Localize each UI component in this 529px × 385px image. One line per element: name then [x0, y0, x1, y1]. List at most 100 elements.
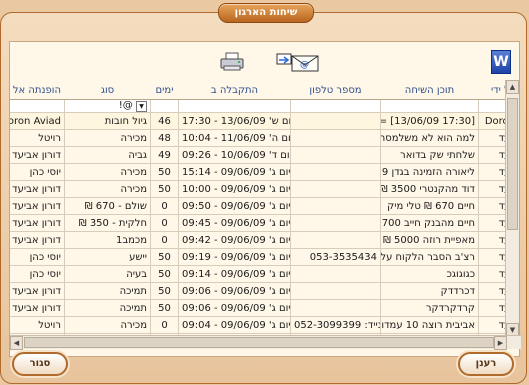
cell-type: שולם - 670 ₪ [64, 197, 151, 215]
cell-type: תמיכה [64, 282, 151, 300]
filter-cell[interactable] [178, 99, 291, 113]
cell-assigned: דורון אביעד [10, 180, 65, 198]
cell-assigned: יוסי כהן [10, 265, 65, 283]
table-row[interactable]: אביעדחיים מהבנק חייב 700 יום ג' 09/06/09 … [10, 214, 507, 232]
column-header-content[interactable]: תוכן השיחה [380, 80, 479, 100]
cell-received: יום ג' 09/06/09 - 09:04 [178, 316, 291, 334]
cell-phone [290, 282, 381, 300]
cell-assigned: יוסי כהן [10, 163, 65, 181]
word-export-icon[interactable]: W [491, 50, 511, 74]
cell-content: רצ'ב הסבר הלקוח על [380, 248, 479, 266]
cell-content: חיים 670 ₪ טלי מיק [380, 197, 479, 215]
calls-table: על ידי תוכן השיחה מספר טלפון התקבלה ב ימ… [10, 80, 507, 337]
cell-received: יום ה' 11/06/09 - 10:04 [178, 129, 291, 147]
cell-type: גיול חובות [64, 112, 151, 130]
scroll-right-icon[interactable]: ▶ [494, 336, 507, 350]
horizontal-scroll-thumb[interactable] [24, 337, 494, 348]
table-row[interactable]: אביעדרצ'ב הסבר הלקוח על053-3535434יום ג'… [10, 248, 507, 266]
cell-by: אביעד [478, 197, 507, 215]
cell-type: חלקית - 350 ₪ [64, 214, 151, 232]
printer-icon[interactable] [218, 51, 246, 73]
cell-phone [290, 231, 381, 249]
column-header-by[interactable]: על ידי [478, 80, 507, 100]
cell-type: מכירה [64, 316, 151, 334]
cell-assigned: דורון אביעד [10, 146, 65, 164]
cell-content: חיים מהבנק חייב 700 [380, 214, 479, 232]
table-row[interactable]: אביעדדכרדדק יום ג' 09/06/09 - 09:0650תמיכ… [10, 282, 507, 300]
cell-content: ליאורה הזמינה בגדן 9 [380, 163, 479, 181]
cell-phone [290, 180, 381, 198]
scroll-up-icon[interactable]: ▲ [506, 80, 519, 94]
table-row[interactable]: אביעדמאפיית רוזה 5000 ₪ יום ג' 09/06/09 -… [10, 231, 507, 249]
vertical-scrollbar[interactable]: ▲ ▼ [505, 80, 519, 337]
cell-phone [290, 197, 381, 215]
table-row[interactable]: אביעדלמה הוא לא משלמסה יום ה' 11/06/09 - … [10, 129, 507, 147]
cell-by: אביעד [478, 282, 507, 300]
table-header-row: על ידי תוכן השיחה מספר טלפון התקבלה ב ימ… [10, 80, 507, 100]
svg-text:@: @ [300, 60, 309, 70]
cell-content: דכרדדק [380, 282, 479, 300]
cell-days: 46 [150, 112, 179, 130]
table-row[interactable]: אביעדחיים 670 ₪ טלי מיק יום ג' 09/06/09 -… [10, 197, 507, 215]
column-header-type[interactable]: סוג [64, 80, 151, 100]
cell-assigned: Doron Aviad [10, 112, 65, 130]
vertical-scroll-thumb[interactable] [507, 98, 518, 230]
cell-assigned: דורון אביעד [10, 197, 65, 215]
filter-cell[interactable] [380, 99, 479, 113]
cell-by: אביעד [478, 163, 507, 181]
cell-phone [290, 146, 381, 164]
cell-received: יום ג' 09/06/09 - 09:19 [178, 248, 291, 266]
cell-phone [290, 112, 381, 130]
filter-cell[interactable] [478, 99, 507, 113]
cell-content: [17:30 13/06/09] == [380, 112, 479, 130]
cell-received: יום ג' 09/06/09 - 09:45 [178, 214, 291, 232]
cell-content: אביבית רוצה 10 עמדו [380, 316, 479, 334]
send-email-icon[interactable]: @ [276, 51, 320, 73]
column-header-received[interactable]: התקבלה ב [178, 80, 291, 100]
cell-assigned: רויטל [10, 129, 65, 147]
cell-by: אביעד [478, 231, 507, 249]
cell-phone [290, 129, 381, 147]
cell-phone: 053-3535434 [290, 248, 381, 266]
cell-days: 50 [150, 180, 179, 198]
table-row[interactable]: Doron A[17:30 13/06/09] == יום ש' 13/06/0… [10, 112, 507, 130]
filter-cell[interactable] [10, 99, 65, 113]
table-row[interactable]: אביעדקרדקרדקר יום ג' 09/06/09 - 09:0650תמ… [10, 299, 507, 317]
filter-cell-type[interactable]: ▼ @! [64, 99, 151, 113]
cell-received: יום ג' 09/06/09 - 09:14 [178, 265, 291, 283]
cell-by: אביעד [478, 316, 507, 334]
filter-cell[interactable] [150, 99, 179, 113]
cell-by: אביעד [478, 265, 507, 283]
cell-type: מכירה [64, 129, 151, 147]
cell-days: 50 [150, 265, 179, 283]
filter-row: ▼ @! [10, 99, 507, 113]
cell-by: אביעד [478, 180, 507, 198]
table-row[interactable]: אביעדכגוגוגכ יום ג' 09/06/09 - 09:1450בעי… [10, 265, 507, 283]
cell-received: יום ד' 10/06/09 - 09:26 [178, 146, 291, 164]
cell-by: אביעד [478, 248, 507, 266]
cell-phone [290, 214, 381, 232]
column-header-days[interactable]: ימים [150, 80, 179, 100]
cell-by: אביעד [478, 299, 507, 317]
close-button[interactable]: סגור [12, 352, 68, 376]
column-header-assigned[interactable]: הופנתה אל [10, 80, 65, 100]
column-header-phone[interactable]: מספר טלפון [290, 80, 381, 100]
cell-days: 0 [150, 214, 179, 232]
horizontal-scrollbar[interactable]: ◀ ▶ [10, 335, 521, 350]
cell-content: שלחתי שק בדואר [380, 146, 479, 164]
filter-dropdown-icon[interactable]: ▼ [136, 101, 147, 112]
cell-received: יום ג' 09/06/09 - 15:14 [178, 163, 291, 181]
scroll-left-icon[interactable]: ◀ [10, 336, 23, 350]
table-row[interactable]: אביעדאביבית רוצה 10 עמדונייד: 052-309939… [10, 316, 507, 334]
table-row[interactable]: אביעדשלחתי שק בדואר יום ד' 10/06/09 - 09:… [10, 146, 507, 164]
table-row[interactable]: אביעדדוד מהקנטרי 3500 ₪ יום ג' 09/06/09 -… [10, 180, 507, 198]
cell-by: Doron A [478, 112, 507, 130]
cell-assigned: דורון אביעד [10, 282, 65, 300]
cell-type: יישע [64, 248, 151, 266]
table-row[interactable]: אביעדליאורה הזמינה בגדן 9 יום ג' 09/06/09… [10, 163, 507, 181]
refresh-button[interactable]: רענן [458, 352, 514, 376]
cell-content: כגוגוגכ [380, 265, 479, 283]
filter-cell[interactable] [290, 99, 381, 113]
cell-received: יום ג' 09/06/09 - 09:50 [178, 197, 291, 215]
cell-received: יום ג' 09/06/09 - 10:00 [178, 180, 291, 198]
